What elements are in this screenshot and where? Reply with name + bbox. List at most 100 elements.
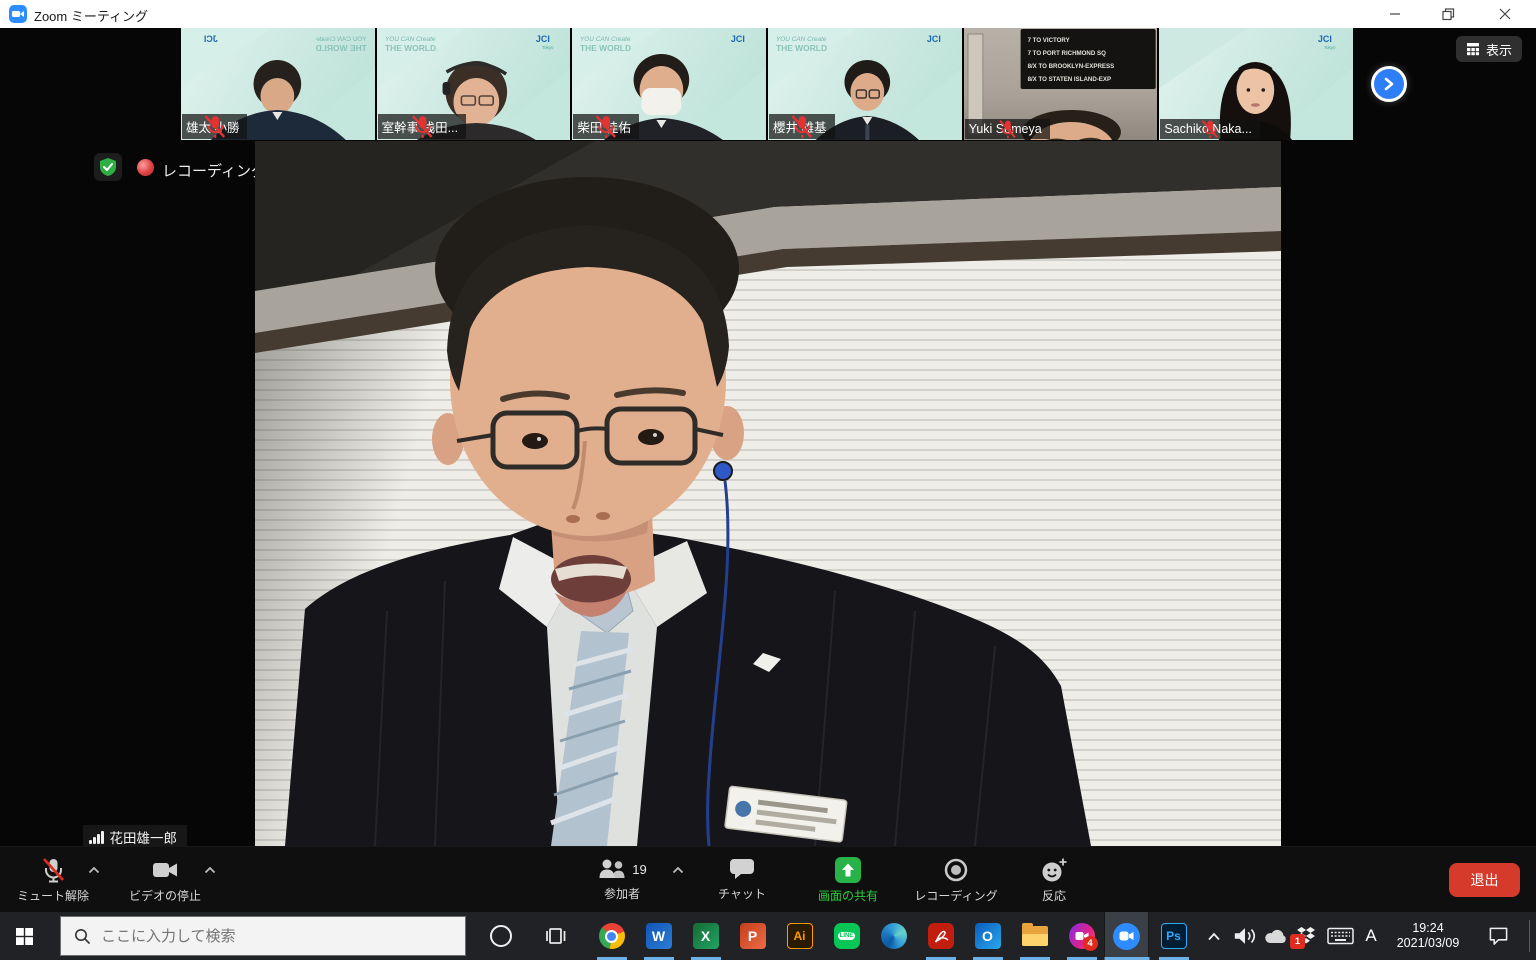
participants-icon [597,857,627,881]
svg-text:JCI: JCI [204,34,218,44]
participant-name-tag: 室幹事 浅田... [378,114,466,139]
windows-taskbar: W X P Ai LINE O [0,912,1536,960]
recording-dot-icon [137,159,154,176]
view-button[interactable]: 表示 [1456,36,1522,62]
chat-bubble-icon [729,857,755,881]
cloud-icon [1264,928,1288,944]
tray-onedrive[interactable] [1260,912,1292,960]
security-shield-button[interactable] [94,153,122,181]
participants-options-chevron[interactable] [672,861,684,879]
task-view-button[interactable] [533,912,578,960]
tray-volume[interactable] [1228,912,1262,960]
taskbar-word[interactable]: W [636,912,681,960]
taskbar-edge[interactable] [871,912,916,960]
taskbar-acrobat[interactable] [918,912,963,960]
tray-ime-mode[interactable]: A [1356,912,1386,960]
word-icon: W [646,923,672,949]
taskbar-line[interactable]: LINE [824,912,869,960]
taskbar-zoom-active[interactable] [1104,912,1149,960]
cortana-button[interactable] [478,912,523,960]
participant-thumbnail-4[interactable]: YOU CAN Create THE WORLD JCI 櫻井 雄基 [768,28,962,140]
recording-button[interactable]: レコーディング [904,857,1008,904]
messenger-badge: 4 [1083,936,1098,951]
line-icon: LINE [834,923,860,949]
taskbar-excel[interactable]: X [683,912,728,960]
leave-meeting-button[interactable]: 退出 [1449,863,1520,897]
view-button-label: 表示 [1486,40,1512,59]
participant-name-tag: 櫻井 雄基 [769,114,834,139]
close-icon [1499,8,1511,20]
window-title: Zoom ミーティング [34,6,148,25]
restore-button[interactable] [1425,0,1471,28]
illustrator-icon: Ai [787,923,813,949]
active-speaker-video [255,141,1281,846]
stop-video-button[interactable]: ビデオの停止 [113,857,217,904]
tray-dropbox[interactable]: 1 [1290,912,1322,960]
participant-thumbnail-3[interactable]: YOU CAN Create THE WORLD JCI 柴田 佳佑 [572,28,766,140]
tray-show-hidden-icons[interactable] [1198,912,1230,960]
chevron-up-icon [88,866,100,874]
muted-mic-icon [40,857,66,883]
participant-name-tag: Sachiko Naka... [1160,119,1260,139]
svg-text:YOU CAN Create: YOU CAN Create [580,36,631,43]
participant-name-tag: Yuki Someya [965,119,1050,139]
share-screen-button[interactable]: 画面の共有 [800,857,896,904]
video-camera-icon [151,857,179,883]
excel-icon: X [693,923,719,949]
svg-text:Tokyo: Tokyo [542,45,554,50]
search-input[interactable] [101,928,441,945]
participant-thumbnail-6[interactable]: JCI Tokyo Sachiko Naka... [1159,28,1353,140]
tray-touch-keyboard[interactable] [1322,912,1358,960]
participants-button[interactable]: 19 参加者 [580,857,664,902]
taskbar-file-explorer[interactable] [1012,912,1057,960]
participant-thumbnail-1[interactable]: YOU CAN Create THE WORLD JCI 雄太 小勝 [181,28,375,140]
recording-label: レコーディング [914,887,997,904]
taskbar-chrome[interactable] [589,912,634,960]
taskbar-illustrator[interactable]: Ai [777,912,822,960]
svg-text:JCI: JCI [927,34,941,44]
taskbar-outlook[interactable]: O [965,912,1010,960]
svg-text:8/X TO STATEN ISLAND-EXP: 8/X TO STATEN ISLAND-EXP [1027,76,1111,83]
svg-text:Tokyo: Tokyo [1324,45,1336,50]
windows-logo-icon [16,928,33,945]
muted-mic-icon [769,114,834,139]
taskbar-clock[interactable]: 19:24 2021/03/09 [1388,912,1468,960]
show-desktop-divider[interactable] [1529,920,1530,952]
muted-mic-icon [573,114,638,139]
video-options-chevron[interactable] [204,861,216,879]
share-screen-icon [835,857,861,883]
chat-label: チャット [718,885,766,902]
unmute-button[interactable]: ミュート解除 [11,857,95,904]
participant-thumbnail-5[interactable]: 7 TO VICTORY 7 TO PORT RICHMOND SQ 8/X T… [964,28,1158,140]
taskbar-messenger[interactable]: 4 [1059,912,1104,960]
chevron-up-icon [204,866,216,874]
chevron-up-icon [672,866,684,874]
minimize-icon [1389,8,1401,20]
svg-text:JCI: JCI [536,34,550,44]
stop-video-label: ビデオの停止 [129,887,201,904]
search-icon [74,928,91,945]
close-button[interactable] [1482,0,1528,28]
zoom-taskbar-icon [1113,923,1140,950]
speaker-icon [1233,925,1257,947]
svg-text:YOU CAN Create: YOU CAN Create [316,36,367,43]
svg-text:THE WORLD: THE WORLD [580,43,631,53]
reactions-button[interactable]: 反応 [1018,857,1090,904]
titlebar: Zoom ミーティング [0,0,1536,28]
action-center-button[interactable] [1476,912,1520,960]
participant-thumbnail-2[interactable]: YOU CAN Create THE WORLD JCI Tokyo 室幹事 浅… [377,28,571,140]
mute-options-chevron[interactable] [88,861,100,879]
taskbar-powerpoint[interactable]: P [730,912,775,960]
minimize-button[interactable] [1372,0,1418,28]
edge-icon [881,923,907,949]
chat-button[interactable]: チャット [706,857,778,902]
next-participants-button[interactable] [1371,66,1407,102]
start-button[interactable] [0,912,48,960]
zoom-meeting-window: Zoom ミーティング YOU CAN Create THE WORLD JCI [0,0,1536,960]
photoshop-icon: Ps [1161,923,1187,949]
participant-name-tag: 柴田 佳佑 [573,114,638,139]
svg-text:THE WORLD: THE WORLD [385,43,436,53]
taskbar-search[interactable] [60,916,466,956]
svg-text:JCI: JCI [1318,34,1332,44]
taskbar-photoshop[interactable]: Ps [1151,912,1196,960]
